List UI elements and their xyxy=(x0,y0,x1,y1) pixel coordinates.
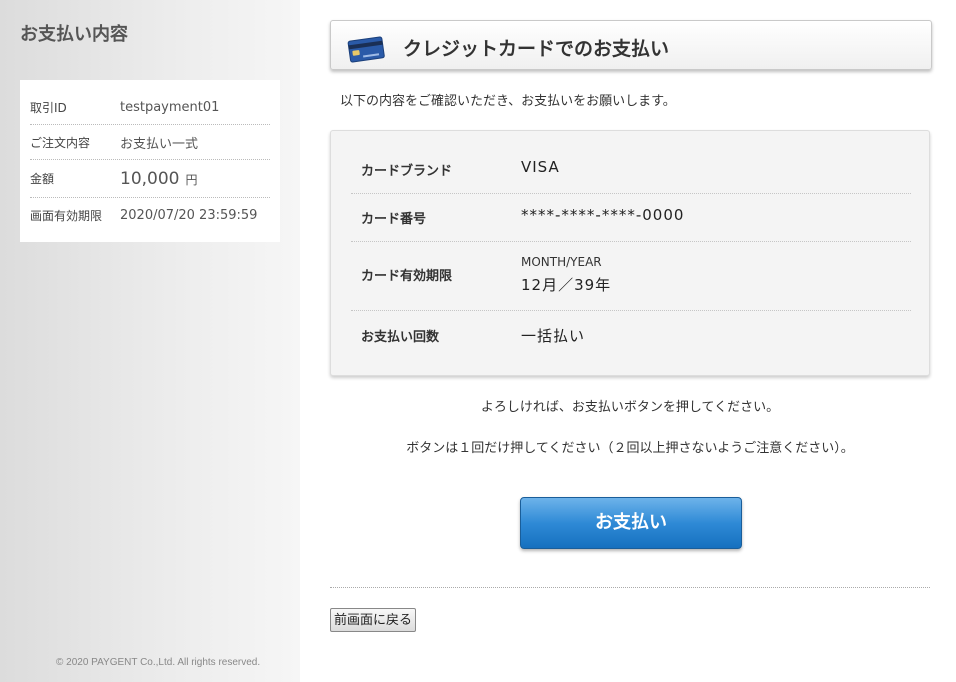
copyright: © 2020 PAYGENT Co.,Ltd. All rights reser… xyxy=(56,657,261,668)
summary-row-amount: 金額 10,000 円 xyxy=(30,160,270,198)
amount-value: 10,000 円 xyxy=(120,169,198,189)
page-title: クレジットカードでのお支払い xyxy=(403,38,670,60)
detail-label: カード有効期限 xyxy=(361,269,453,284)
detail-row-number: カード番号 ****-****-****-0000 xyxy=(351,193,911,242)
detail-label: カードブランド xyxy=(361,164,453,179)
amount-unit: 円 xyxy=(185,172,198,187)
back-button[interactable]: 前画面に戻る xyxy=(330,608,417,632)
card-number-value: ****-****-****-0000 xyxy=(521,206,685,224)
installments-value: 一括払い xyxy=(521,327,586,345)
card-brand-value: VISA xyxy=(521,158,560,176)
pay-button[interactable]: お支払い xyxy=(520,497,742,549)
amount-number: 10,000 xyxy=(120,168,180,189)
detail-row-expiry: カード有効期限 MONTH/YEAR 12月／39年 xyxy=(351,241,911,311)
expiry-sublabel: MONTH/YEAR xyxy=(521,255,602,269)
detail-row-installments: お支払い回数 一括払い xyxy=(351,310,911,360)
detail-label: お支払い回数 xyxy=(361,330,440,345)
sidebar: お支払い内容 取引ID testpayment01 ご注文内容 お支払い一式 金… xyxy=(0,0,300,682)
card-expiry-value: 12月／39年 xyxy=(521,276,612,294)
detail-row-brand: カードブランド VISA xyxy=(351,145,911,194)
divider xyxy=(330,587,930,588)
credit-card-icon xyxy=(347,33,385,67)
page-header: クレジットカードでのお支払い xyxy=(330,20,932,70)
confirm-instruction: よろしければ、お支払いボタンを押してください。 xyxy=(480,400,780,415)
summary-row-order: ご注文内容 お支払い一式 xyxy=(30,125,270,160)
summary-label: 取引ID xyxy=(30,100,67,115)
order-summary: 取引ID testpayment01 ご注文内容 お支払い一式 金額 10,00… xyxy=(20,80,280,242)
summary-row-transaction-id: 取引ID testpayment01 xyxy=(30,90,270,125)
intro-text: 以下の内容をご確認いただき、お支払いをお願いします。 xyxy=(340,94,676,109)
summary-value: testpayment01 xyxy=(120,99,220,115)
summary-label: 画面有効期限 xyxy=(30,208,103,223)
single-click-warning: ボタンは１回だけ押してください（２回以上押さないようご注意ください）。 xyxy=(406,441,854,456)
summary-value: お支払い一式 xyxy=(120,136,199,152)
summary-label: 金額 xyxy=(30,172,55,186)
summary-row-expiry: 画面有効期限 2020/07/20 23:59:59 xyxy=(30,198,270,232)
summary-label: ご注文内容 xyxy=(30,135,91,150)
summary-value: 2020/07/20 23:59:59 xyxy=(120,207,258,223)
card-details-panel: カードブランド VISA カード番号 ****-****-****-0000 カ… xyxy=(330,130,930,376)
detail-label: カード番号 xyxy=(361,212,427,227)
sidebar-title: お支払い内容 xyxy=(20,24,128,45)
